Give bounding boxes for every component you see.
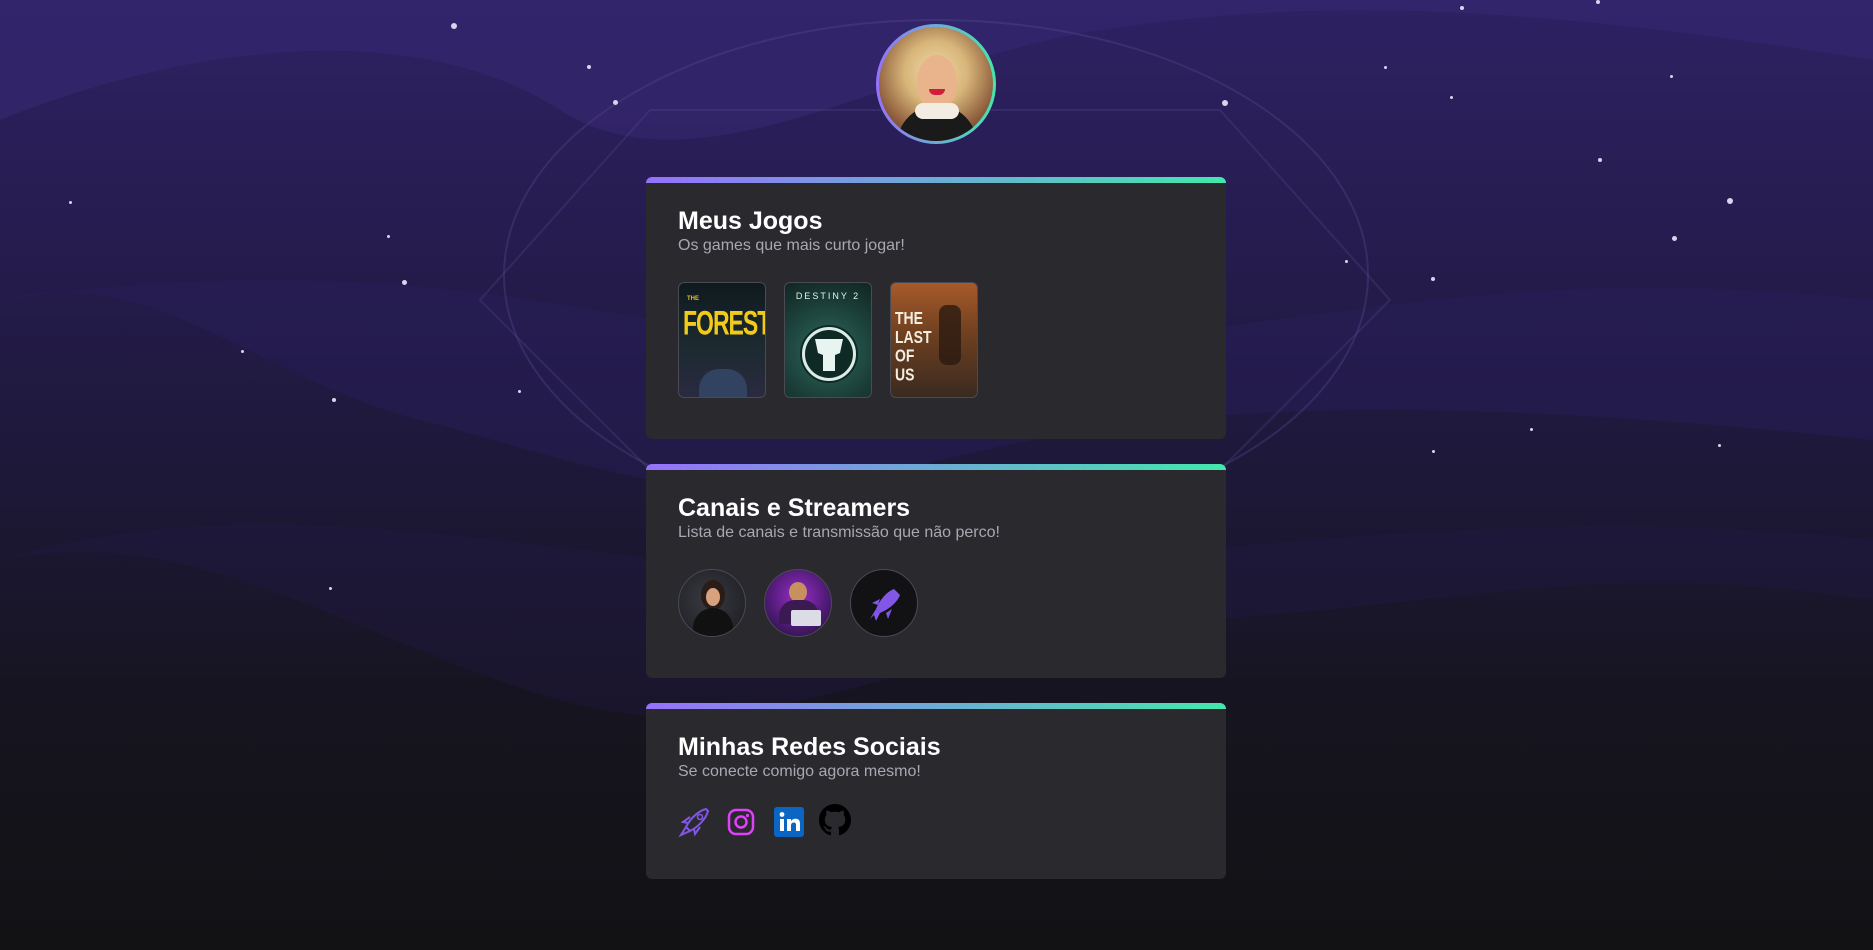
- the-last-of-us-title-text: THE LAST OF US: [895, 307, 932, 384]
- streamers-card: Canais e Streamers Lista de canais e tra…: [646, 464, 1226, 678]
- games-title: Meus Jogos: [678, 207, 823, 235]
- github-link[interactable]: [819, 804, 853, 838]
- streamers-title: Canais e Streamers: [678, 494, 911, 522]
- the-forest-top-text: THE: [687, 296, 699, 302]
- the-forest-title-text: FOREST: [683, 303, 766, 342]
- rocket-icon: [870, 589, 900, 621]
- social-title: Minhas Redes Sociais: [678, 733, 941, 761]
- profile-photo: [879, 27, 993, 141]
- rocketseat-avatar[interactable]: [850, 569, 918, 637]
- linkedin-icon: [774, 807, 804, 837]
- rocket-icon: [678, 807, 710, 838]
- streamers-subtitle: Lista de canais e transmissão que não pe…: [678, 524, 1000, 541]
- instagram-icon: [727, 808, 755, 836]
- linkedin-link[interactable]: [773, 806, 807, 840]
- games-card: Meus Jogos Os games que mais curto jogar…: [646, 177, 1226, 439]
- game-destiny-2[interactable]: DESTINY 2: [784, 282, 872, 398]
- streamer-1-avatar[interactable]: [678, 569, 746, 637]
- game-the-forest[interactable]: THE FOREST: [678, 282, 766, 398]
- social-subtitle: Se conecte comigo agora mesmo!: [678, 763, 921, 780]
- instagram-link[interactable]: [726, 807, 760, 841]
- game-the-last-of-us[interactable]: THE LAST OF US: [890, 282, 978, 398]
- rocketseat-link[interactable]: [678, 805, 712, 839]
- social-card: Minhas Redes Sociais Se conecte comigo a…: [646, 703, 1226, 879]
- games-subtitle: Os games que mais curto jogar!: [678, 237, 905, 254]
- streamer-2-avatar[interactable]: [764, 569, 832, 637]
- destiny-emblem-icon: [800, 325, 858, 383]
- github-icon: [819, 804, 851, 836]
- profile-avatar: [876, 24, 996, 144]
